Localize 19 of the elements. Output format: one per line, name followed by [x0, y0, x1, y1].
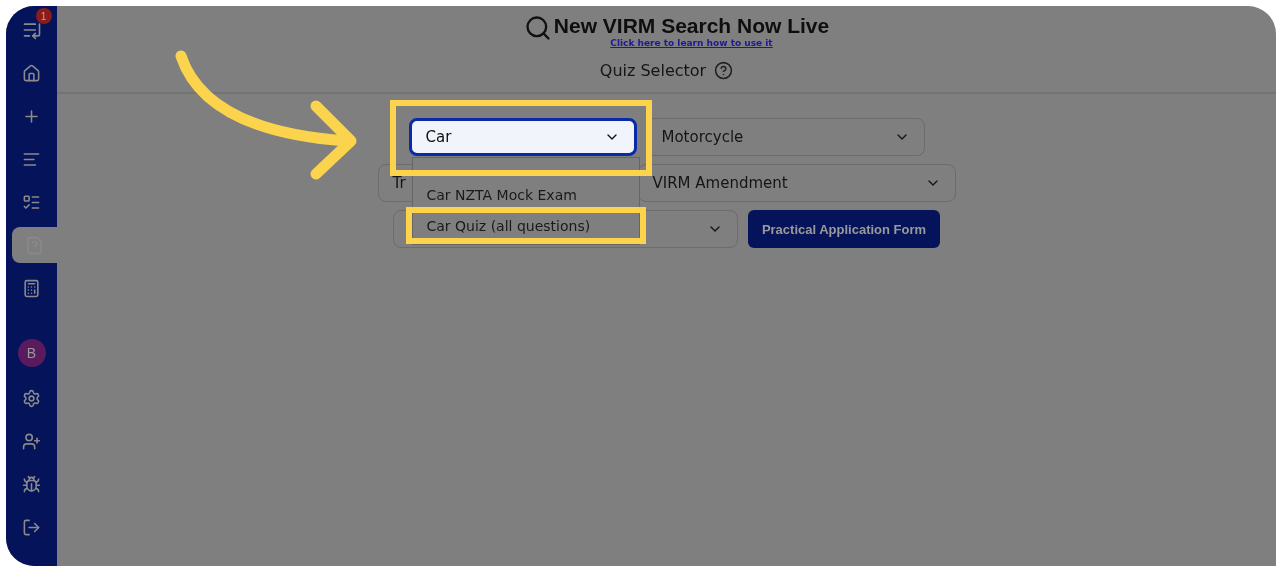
banner-title: New VIRM Search Now Live	[553, 14, 830, 38]
settings-icon	[22, 388, 41, 408]
notification-badge: 1	[35, 8, 52, 24]
menu-icon	[21, 20, 42, 40]
bug-icon	[22, 474, 41, 494]
add-user-icon	[22, 431, 41, 451]
dropdown-option[interactable]: Car NZTA Mock Exam	[412, 182, 639, 207]
dropdown-option[interactable]: Car Quiz (all questions)	[412, 213, 639, 238]
search-icon	[523, 14, 552, 42]
help-link[interactable]: Click here to learn how to use it	[610, 38, 773, 48]
logout-icon	[22, 517, 41, 537]
practical-form-button[interactable]: Practical Application Form	[747, 210, 941, 248]
user-avatar[interactable]: B	[17, 339, 46, 367]
page-heading: Quiz Selector	[599, 60, 707, 80]
calculator-icon	[22, 278, 41, 298]
home-icon	[22, 63, 41, 83]
select-field[interactable]: VIRM Amendment	[637, 164, 956, 202]
help-icon[interactable]	[714, 60, 734, 80]
select-field[interactable]: Car	[408, 118, 637, 156]
